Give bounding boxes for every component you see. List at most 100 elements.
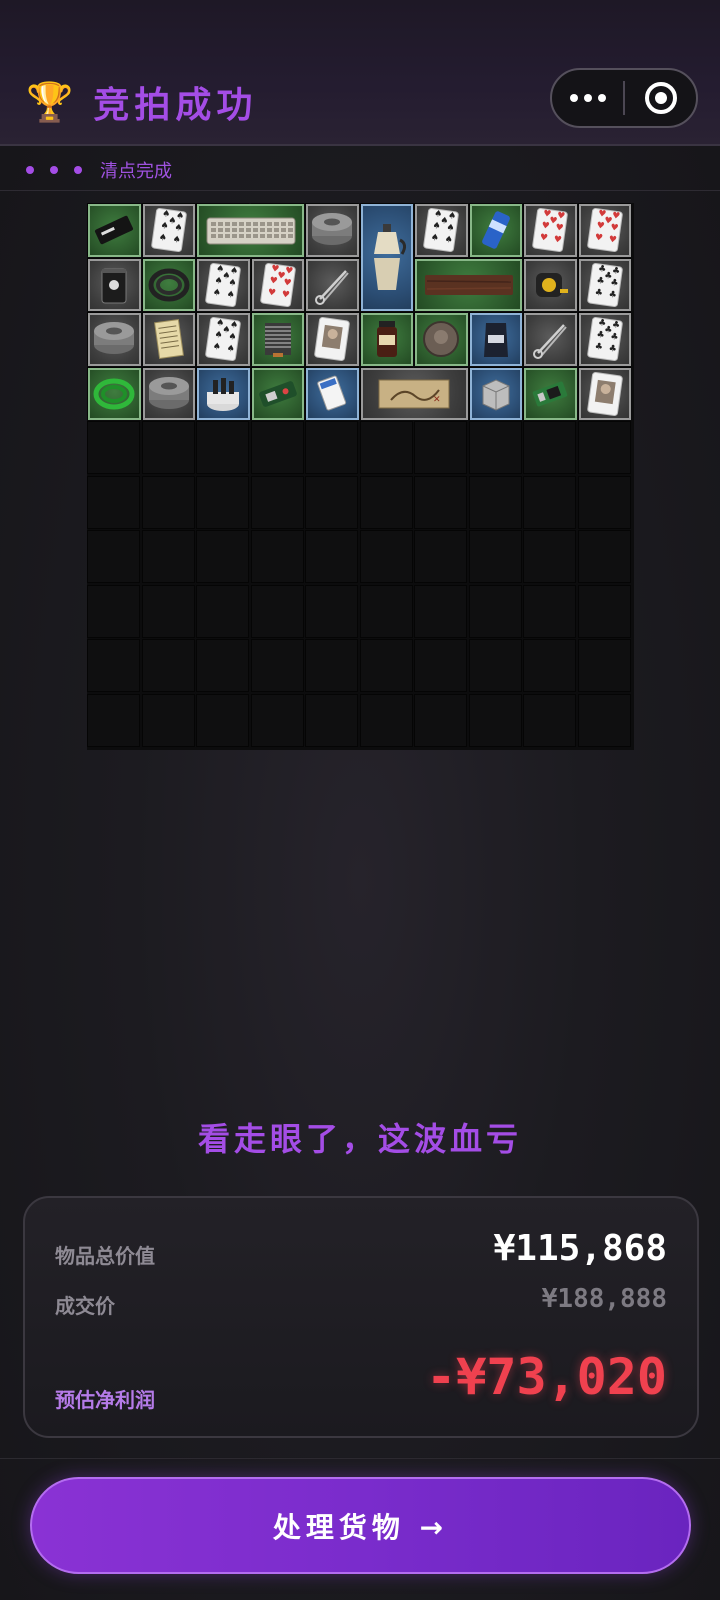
grid-cell xyxy=(250,639,304,692)
bottle-rack-item[interactable] xyxy=(197,367,250,420)
duct-tape-item[interactable] xyxy=(306,204,359,257)
svg-text:♥: ♥ xyxy=(267,287,276,298)
grid-cell xyxy=(414,475,467,529)
svg-text:♠: ♠ xyxy=(212,342,221,353)
sd-card-item[interactable] xyxy=(306,367,359,420)
spice-jar-item[interactable] xyxy=(360,313,413,366)
grid-cell xyxy=(577,584,631,638)
playing-card-portrait-item[interactable] xyxy=(306,313,359,366)
hemostat-item[interactable] xyxy=(524,313,577,366)
grid-cell xyxy=(359,584,413,638)
duct-tape-item[interactable] xyxy=(142,367,195,420)
green-hose-item[interactable] xyxy=(88,367,141,420)
grid-cell xyxy=(359,530,413,583)
grid-cell xyxy=(523,639,576,692)
grid-cell xyxy=(523,693,576,747)
grid-cell xyxy=(468,530,522,583)
metal-box-item[interactable] xyxy=(469,367,522,420)
status-row: 清点完成 xyxy=(26,157,172,183)
coffee-bag-item[interactable] xyxy=(469,313,522,366)
grid-cell xyxy=(359,421,413,474)
process-goods-button[interactable]: 处理货物 → xyxy=(30,1477,691,1574)
document-item[interactable] xyxy=(142,313,195,366)
top-bar: 🏆 竞拍成功 xyxy=(0,0,720,146)
grid-cell xyxy=(87,421,140,474)
grid-cell xyxy=(359,693,413,747)
svg-text:♣: ♣ xyxy=(608,344,617,355)
svg-text:♥: ♥ xyxy=(539,233,548,244)
grid-cell xyxy=(87,639,140,692)
playing-card-portrait-item[interactable] xyxy=(578,367,631,420)
playing-card-clubs-item[interactable]: ♣ ♣ ♣ ♣ ♣ ♣ ♣ xyxy=(578,313,631,366)
moka-pot-item[interactable] xyxy=(360,204,413,311)
grid-cell xyxy=(250,693,304,747)
grid-cell xyxy=(196,530,249,583)
summary-panel: 物品总价值 ¥115,868 成交价 ¥188,888 预估净利润 -¥73,0… xyxy=(23,1196,699,1438)
playing-card-spades-item[interactable]: ♠ ♠ ♠ ♠ ♠ ♠ ♠ xyxy=(142,204,195,257)
grid-cell xyxy=(414,421,467,474)
grid-cell xyxy=(141,530,195,583)
circuit-board-item[interactable] xyxy=(251,367,304,420)
svg-text:♣: ♣ xyxy=(603,271,612,282)
svg-text:♠: ♠ xyxy=(212,287,221,298)
status-text: 清点完成 xyxy=(100,161,172,182)
playing-card-hearts-item[interactable]: ♥ ♥ ♥ ♥ ♥ ♥ ♥ xyxy=(524,204,577,257)
tape-measure-item[interactable] xyxy=(524,258,577,311)
bottom-divider xyxy=(0,1458,720,1459)
playing-card-clubs-item[interactable]: ♣ ♣ ♣ ♣ ♣ ♣ ♣ xyxy=(578,258,631,311)
close-button[interactable] xyxy=(625,70,696,126)
grid-cell xyxy=(196,693,249,747)
playing-card-hearts-item[interactable]: ♥ ♥ ♥ ♥ ♥ ♥ ♥ xyxy=(578,204,631,257)
playing-card-spades-item[interactable]: ♠ ♠ ♠ ♠ ♠ ♠ ♠ xyxy=(197,258,250,311)
coiled-hose-item[interactable] xyxy=(142,258,195,311)
svg-text:♣: ♣ xyxy=(608,289,617,300)
svg-text:♠: ♠ xyxy=(222,325,231,336)
svg-text:♠: ♠ xyxy=(172,235,181,246)
svg-text:♠: ♠ xyxy=(167,216,176,227)
svg-text:♠: ♠ xyxy=(444,235,453,246)
svg-text:♥: ♥ xyxy=(608,235,617,246)
playing-card-spades-item[interactable]: ♠ ♠ ♠ ♠ ♠ ♠ ♠ xyxy=(415,204,468,257)
verdict-text: 看走眼了，这波血亏 xyxy=(197,1120,522,1158)
grid-cell xyxy=(250,584,304,638)
grid-cell xyxy=(414,530,467,583)
grid-cell xyxy=(250,475,304,529)
grid-cell xyxy=(196,475,249,529)
duct-tape-item[interactable] xyxy=(88,313,141,366)
energy-can-item[interactable] xyxy=(469,204,522,257)
target-circle-icon xyxy=(644,82,677,114)
grid-cell xyxy=(414,584,467,638)
treasure-map-item[interactable]: ✕ xyxy=(360,367,468,420)
profit-label: 预估净利润 xyxy=(55,1388,155,1412)
hemostat-item[interactable] xyxy=(306,258,359,311)
coffee-tin-item[interactable] xyxy=(88,258,141,311)
grid-cell xyxy=(414,639,467,692)
grid-cell xyxy=(196,584,249,638)
more-button[interactable] xyxy=(552,70,623,126)
coin-item[interactable] xyxy=(415,313,468,366)
black-card-item[interactable] xyxy=(88,204,141,257)
grid-cell xyxy=(577,530,631,583)
deal-price-value: ¥188,888 xyxy=(541,1284,667,1314)
keyboard-item[interactable] xyxy=(197,204,304,257)
grid-cell xyxy=(468,639,522,692)
cpu-cooler-item[interactable] xyxy=(251,313,304,366)
grid-cell xyxy=(250,421,304,474)
svg-text:♥: ♥ xyxy=(276,271,285,282)
grid-cell xyxy=(359,639,413,692)
grid-cell xyxy=(305,584,358,638)
inventory-grid: ♠ ♠ ♠ ♠ ♠ ♠ ♠ ♠ ♠ ♠ ♠ ♠ ♠ ♠ ♥ ♥ ♥ ♥ ♥ ♥ ♥ ♥ ♥ ♥ ♥ ♥ ♥ ♥ ♠ ♠ ♠ ♠ ♠ ♠ ♠ ♥ ♥ ♥ ♥ ♥… xyxy=(87,203,634,750)
grid-cell xyxy=(305,421,358,474)
grid-cell xyxy=(305,530,358,583)
trophy-icon: 🏆 xyxy=(26,80,74,124)
grid-cell xyxy=(141,421,195,474)
svg-text:♥: ♥ xyxy=(281,289,290,300)
playing-card-spades-item[interactable]: ♠ ♠ ♠ ♠ ♠ ♠ ♠ xyxy=(197,313,250,366)
grid-cell xyxy=(250,530,304,583)
svg-text:♥: ♥ xyxy=(549,216,558,227)
green-chip-item[interactable] xyxy=(524,367,577,420)
profit-value: -¥73,020 xyxy=(426,1348,667,1406)
wooden-plank-item[interactable] xyxy=(415,258,522,311)
svg-text:♣: ♣ xyxy=(594,342,603,353)
playing-card-hearts-item[interactable]: ♥ ♥ ♥ ♥ ♥ ♥ ♥ xyxy=(251,258,304,311)
